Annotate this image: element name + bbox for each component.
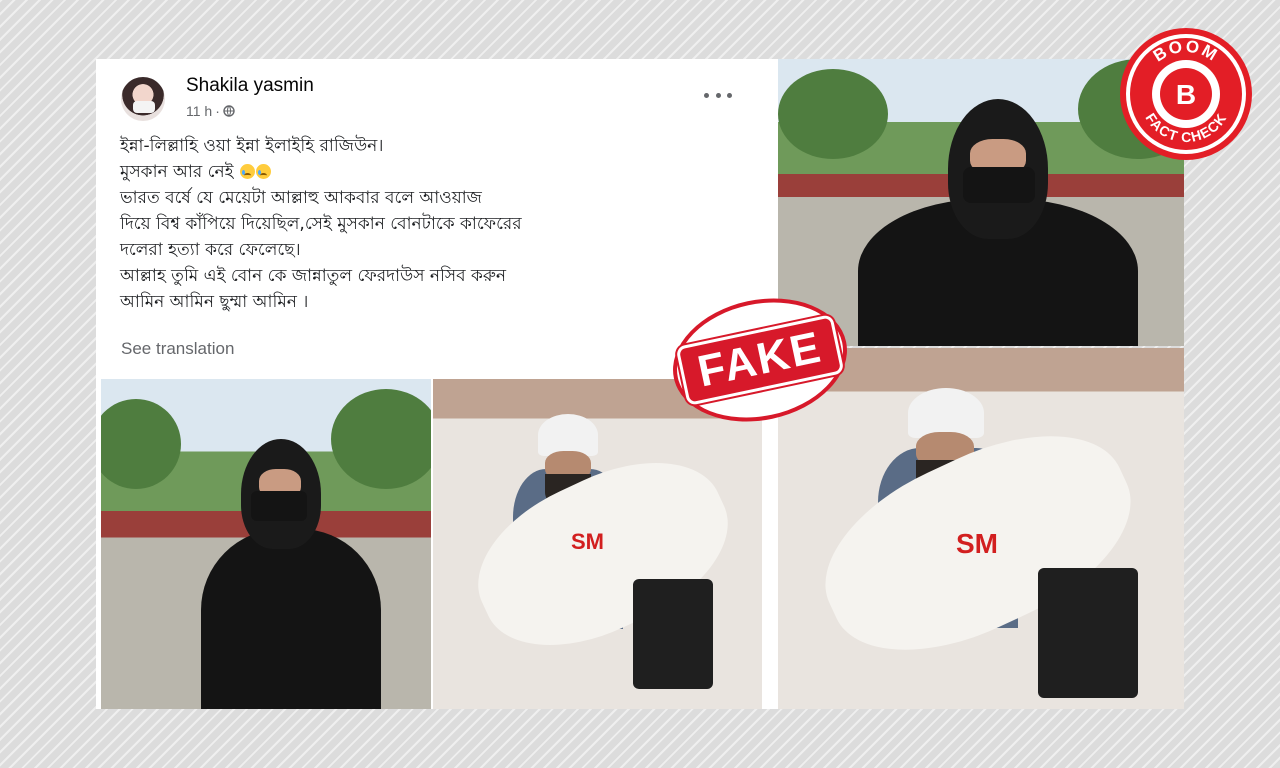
crying-face-emoji <box>239 164 255 179</box>
post-line: ইন্না-লিল্লাহি ওয়া ইন্না ইলাইহি রাজিউন। <box>120 136 384 156</box>
see-translation-link[interactable]: See translation <box>121 339 234 359</box>
crying-face-emoji <box>255 164 271 179</box>
image-watermark: SM <box>571 529 604 554</box>
author-name[interactable]: Shakila yasmin <box>186 75 314 97</box>
more-options-icon[interactable] <box>704 85 732 105</box>
post-line: আমিন আমিন ছুম্মা আমিন । <box>120 292 309 312</box>
meta-separator: · <box>215 103 220 119</box>
boom-fact-check-logo: BOOM B FACT CHECK <box>1120 28 1252 160</box>
post-line: দলেরা হত্যা করে ফেলেছে। <box>120 240 301 260</box>
post-meta: 11 h · <box>186 103 235 119</box>
logo-letter: B <box>1176 79 1196 110</box>
post-line: ভারত বর্ষে যে মেয়েটা আল্লাহু আকবার বলে … <box>120 188 482 208</box>
avatar[interactable] <box>121 77 165 121</box>
post-photo-street[interactable] <box>101 379 431 709</box>
post-line: মুসকান আর নেই <box>120 159 760 185</box>
post-text: ইন্না-লিল্লাহি ওয়া ইন্না ইলাইহি রাজিউন।… <box>120 133 760 315</box>
post-line: দিয়ে বিশ্ব কাঁপিয়ে দিয়েছিল,সেই মুসকান… <box>120 214 522 234</box>
image-watermark: SM <box>956 528 998 559</box>
post-line: আল্লাহ তুমি এই বোন কে জান্নাতুল ফেরদাউস … <box>120 266 507 286</box>
globe-icon <box>223 105 235 117</box>
post-time[interactable]: 11 h <box>186 103 212 119</box>
